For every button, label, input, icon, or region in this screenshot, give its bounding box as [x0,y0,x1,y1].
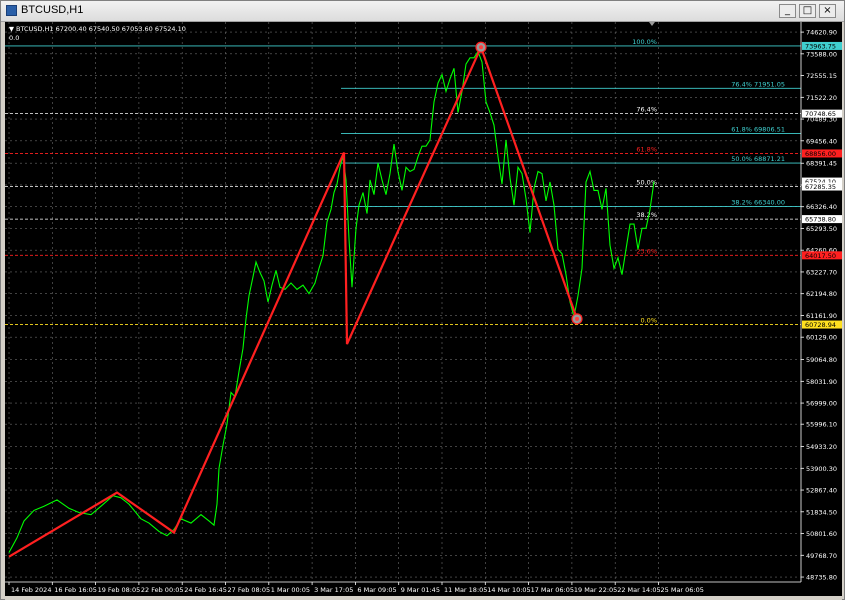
price-tick-label: 63227.70 [806,268,837,276]
symbol-ohlc: BTCUSD,H1 67200.40 67540.50 67053.60 675… [16,25,186,33]
fibo-level-label: 100.0% [632,38,657,46]
price-tick-label: 59064.80 [806,356,837,364]
chart-canvas[interactable]: 100.0% 76.4% 71951.05 76.4% 61.8% 69806.51 6… [5,22,842,596]
price-tick-label: 61161.90 [806,312,837,320]
price-tick-label: 72555.15 [806,72,837,80]
price-tags: 73963.7570748.6568856.0067524.1067285.35… [802,41,842,329]
time-tick-label: 14 Feb 2024 [11,586,51,594]
price-tick-label: 50801.60 [806,530,837,538]
time-tick-label: 3 Mar 17:05 [314,586,353,594]
chart-window-icon [6,5,17,16]
fibo-level-label: 76.4% 71951.05 [731,80,785,88]
fibo-level-label: 38.2% 66340.00 [731,198,785,206]
price-tick-label: 71522.20 [806,94,837,102]
time-tick-label: 19 Mar 22:05 [574,586,617,594]
price-tag-label: 68856.00 [805,150,836,158]
fibo-level-label: 0.0% [640,317,657,325]
time-tick-label: 17 Mar 06:05 [531,586,574,594]
indicator-zero-label: 0.0 [9,34,20,42]
time-axis: 14 Feb 2024 16 Feb 16:05 19 Feb 08:05 22 Fe… [5,581,801,594]
pivot-marker-dot [575,316,579,321]
price-tick-label: 66326.40 [806,203,837,211]
time-tick-label: 14 Mar 10:05 [487,586,530,594]
price-tick-label: 52867.40 [806,487,837,495]
price-tick-label: 56999.00 [806,400,837,408]
title-bar[interactable]: BTCUSD,H1 _ □ × [1,1,844,22]
time-tick-label: 16 Feb 16:05 [54,586,97,594]
price-tick-label: 48735.80 [806,574,837,582]
price-tick-label: 65293.50 [806,225,837,233]
close-button[interactable]: × [819,4,836,18]
price-chart[interactable]: 100.0% 76.4% 71951.05 76.4% 61.8% 69806.51 6… [5,22,842,596]
time-tick-label: 11 Mar 18:05 [444,586,487,594]
fibo-levels: 100.0% 76.4% 71951.05 76.4% 61.8% 69806.51 6… [5,38,801,325]
price-tick-label: 55996.10 [806,421,837,429]
pivot-marker-dot [479,45,483,50]
fibo-level-label: 76.4% [636,106,657,114]
price-tick-label: 74620.90 [806,29,837,37]
dropdown-triangle-icon[interactable]: ▼ [9,25,14,33]
price-line [8,50,655,553]
time-tick-label: 6 Mar 09:05 [357,586,396,594]
minimize-button[interactable]: _ [779,4,796,18]
bottom-bar [5,596,842,600]
maximize-button[interactable]: □ [799,4,816,18]
time-tick-label: 9 Mar 01:45 [401,586,440,594]
fibo-level-label: 61.8% 69806.51 [731,125,785,133]
time-tick-label: 24 Feb 16:45 [184,586,227,594]
price-tick-label: 49768.70 [806,552,837,560]
terminal-window: BTCUSD,H1 _ □ × 100.0% 76.4% 71951.05 76.4… [0,0,845,600]
zigzag-line [8,44,579,558]
fibo-level-label: 38.2% [636,211,657,219]
price-tick-label: 51834.50 [806,508,837,516]
time-tick-label: 25 Mar 06:05 [661,586,704,594]
price-tag-label: 60728.94 [805,321,836,329]
chart-shift-icon[interactable] [649,22,655,26]
fibo-level-label: 61.8% [636,145,657,153]
price-tag-label: 70748.65 [805,110,836,118]
price-tick-label: 68391.45 [806,160,837,168]
time-tick-label: 19 Feb 08:05 [98,586,141,594]
price-tick-label: 53900.30 [806,465,837,473]
time-tick-label: 27 Feb 08:05 [228,586,271,594]
zigzag-series [8,41,583,558]
price-tick-label: 73588.00 [806,50,837,58]
time-tick-label: 1 Mar 00:05 [271,586,310,594]
price-tag-label: 65738.80 [805,216,836,224]
price-tag-label: 73963.75 [805,42,836,50]
price-tick-label: 69456.40 [806,137,837,145]
price-tick-label: 60129.00 [806,334,837,342]
fibo-level-label: 23.6% [636,247,657,255]
symbol-info: ▼ BTCUSD,H1 67200.40 67540.50 67053.60 67… [9,25,186,33]
price-axis: 74620.9073588.0072555.1571522.2070489.30… [649,22,837,582]
price-series [8,50,655,553]
price-tick-label: 62194.80 [806,290,837,298]
time-tick-label: 22 Feb 00:05 [141,586,184,594]
window-title: BTCUSD,H1 [21,4,84,16]
price-tick-label: 54933.20 [806,443,837,451]
fibo-level-label: 50.0% 68871.21 [731,155,785,163]
price-tag-label: 64017.50 [805,252,836,260]
time-tick-label: 22 Mar 14:05 [617,586,660,594]
price-tag-label: 67285.35 [805,183,836,191]
price-tick-label: 58031.90 [806,378,837,386]
